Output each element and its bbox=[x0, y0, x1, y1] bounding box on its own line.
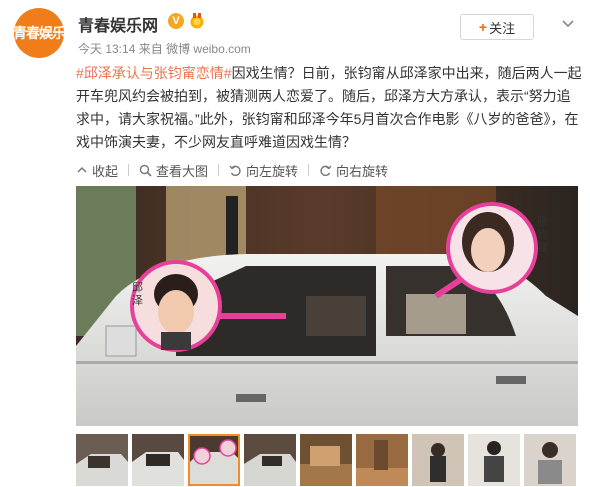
rotate-right-icon bbox=[320, 165, 332, 176]
medal-icon bbox=[190, 13, 204, 29]
thumbnail[interactable] bbox=[356, 434, 408, 486]
follow-label: 关注 bbox=[489, 20, 516, 36]
thumbnail-image bbox=[356, 434, 408, 486]
post-text: #邱泽承认与张钧甯恋情#因戏生情？日前，张钧甯从邱泽家中出来，随后两人一起开车兜… bbox=[76, 62, 582, 154]
thumbnail-strip bbox=[76, 434, 582, 486]
avatar-text: 青春娱乐 bbox=[14, 25, 64, 41]
chevron-down-icon[interactable] bbox=[560, 16, 576, 32]
avatar[interactable]: 青春娱乐 bbox=[14, 8, 64, 58]
thumbnail-image bbox=[188, 434, 240, 486]
thumbnail-image bbox=[76, 434, 128, 486]
plus-icon: + bbox=[478, 19, 488, 35]
thumbnail-image bbox=[524, 434, 576, 486]
thumbnail-image bbox=[468, 434, 520, 486]
follow-button[interactable]: + 关注 bbox=[460, 14, 534, 40]
thumbnail[interactable] bbox=[76, 434, 128, 486]
highlight-circle-right bbox=[446, 202, 538, 294]
thumbnail[interactable] bbox=[132, 434, 184, 486]
photo-label-left: 邱泽 bbox=[132, 282, 143, 307]
collapse-label: 收起 bbox=[92, 163, 119, 179]
media-toolbar: 收起 查看大图 向左旋转 向右旋转 bbox=[76, 160, 390, 180]
rotate-left-icon bbox=[229, 165, 241, 176]
rotate-left-button[interactable]: 向左旋转 bbox=[229, 161, 298, 180]
post-source[interactable]: 微博 weibo.com bbox=[166, 42, 251, 56]
collapse-button[interactable]: 收起 bbox=[76, 161, 118, 180]
thumbnail[interactable] bbox=[468, 434, 520, 486]
thumbnail-active[interactable] bbox=[188, 434, 240, 486]
thumbnail-image bbox=[300, 434, 352, 486]
toolbar-divider bbox=[218, 164, 220, 176]
thumbnail-image bbox=[132, 434, 184, 486]
thumbnail[interactable] bbox=[412, 434, 464, 486]
photo-illustration bbox=[76, 186, 578, 426]
topic-tag-link[interactable]: #邱泽承认与张钧甯恋情# bbox=[76, 65, 232, 81]
thumbnail-image bbox=[412, 434, 464, 486]
post-meta: 今天 13:14 来自 微博 weibo.com bbox=[78, 40, 251, 57]
post-header: 青春娱乐 青春娱乐网 V 今天 13:14 来自 微博 weibo.com + … bbox=[14, 6, 576, 58]
verified-v-icon: V bbox=[168, 13, 184, 29]
rotate-right-button[interactable]: 向右旋转 bbox=[319, 161, 388, 180]
rotate-left-label: 向左旋转 bbox=[246, 163, 299, 179]
view-large-button[interactable]: 查看大图 bbox=[139, 161, 208, 180]
post-photo[interactable]: 邱泽 张钧甯 bbox=[76, 186, 578, 426]
user-name[interactable]: 青春娱乐网 bbox=[78, 12, 158, 36]
view-large-label: 查看大图 bbox=[156, 163, 209, 179]
toolbar-divider bbox=[128, 164, 130, 176]
post-time[interactable]: 今天 13:14 bbox=[78, 42, 135, 56]
collapse-icon bbox=[77, 166, 87, 173]
thumbnail[interactable] bbox=[244, 434, 296, 486]
thumbnail-image bbox=[244, 434, 296, 486]
thumbnail[interactable] bbox=[524, 434, 576, 486]
thumbnail[interactable] bbox=[300, 434, 352, 486]
toolbar-divider bbox=[308, 164, 310, 176]
rotate-right-label: 向右旋转 bbox=[336, 163, 389, 179]
magnify-icon bbox=[139, 164, 152, 177]
source-prefix: 来自 bbox=[138, 42, 163, 56]
photo-label-right: 张钧甯 bbox=[537, 216, 548, 254]
